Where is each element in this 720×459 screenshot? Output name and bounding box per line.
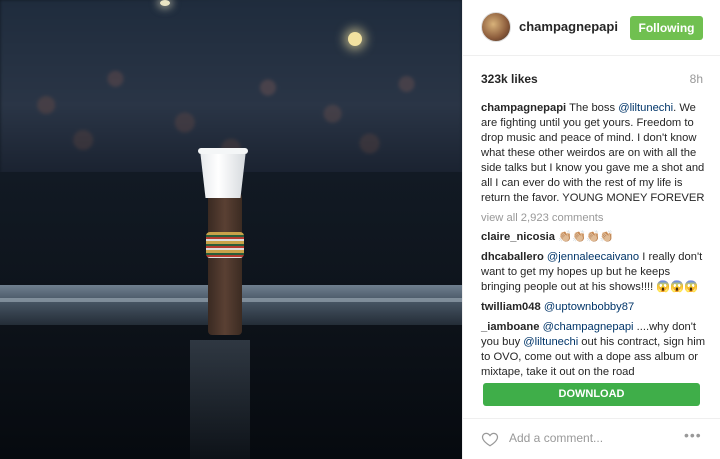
comment-mention[interactable]: @jennaleecaivano — [547, 251, 639, 263]
avatar[interactable] — [481, 12, 511, 42]
post-caption: champagnepapi The boss @liltunechi. We a… — [481, 101, 709, 206]
likes-row: 323k likes 8h — [481, 72, 703, 90]
comments-section: champagnepapi The boss @liltunechi. We a… — [481, 101, 709, 385]
caption-text: . We are fighting until you get yours. F… — [481, 102, 705, 204]
add-comment-input[interactable]: Add a comment... — [509, 431, 603, 445]
caption-text: The boss — [566, 102, 619, 114]
post-time: 8h — [689, 72, 703, 86]
comment-item: dhcaballero @jennaleecaivano I really do… — [481, 250, 709, 295]
comment-item: claire_nicosia 👏🏼👏🏼👏🏼👏🏼 — [481, 230, 709, 245]
comment-bar: Add a comment... ••• — [463, 418, 720, 459]
caption-mention[interactable]: @liltunechi — [618, 102, 673, 114]
stage-light — [348, 32, 362, 46]
comment-username[interactable]: twilliam048 — [481, 301, 541, 313]
heart-icon[interactable] — [481, 430, 499, 448]
comment-item: twilliam048 @uptownbobby87 — [481, 300, 709, 315]
post-header: champagnepapi Following — [463, 0, 720, 56]
view-all-comments-link[interactable]: view all 2,923 comments — [481, 211, 709, 226]
comment-mention[interactable]: @uptownbobby87 — [544, 301, 634, 313]
caption-username[interactable]: champagnepapi — [481, 102, 566, 114]
comment-mention[interactable]: @liltunechi — [523, 336, 578, 348]
download-button[interactable]: DOWNLOAD — [483, 383, 700, 406]
more-options-icon[interactable]: ••• — [684, 427, 702, 443]
stage-light — [160, 0, 170, 6]
likes-count[interactable]: 323k likes — [481, 72, 538, 86]
post-side-panel: champagnepapi Following 323k likes 8h ch… — [462, 0, 720, 459]
foam-cup — [200, 150, 246, 198]
raised-arm — [208, 185, 242, 335]
bracelets — [206, 232, 244, 258]
post-photo[interactable] — [0, 0, 462, 459]
username-link[interactable]: champagnepapi — [519, 19, 618, 34]
floor-reflection — [190, 340, 250, 459]
following-button[interactable]: Following — [630, 16, 703, 40]
comment-username[interactable]: dhcaballero — [481, 251, 544, 263]
comment-text: 👏🏼👏🏼👏🏼👏🏼 — [555, 231, 614, 243]
comment-username[interactable]: _iamboane — [481, 321, 539, 333]
comment-mention[interactable]: @champagnepapi — [543, 321, 634, 333]
comment-username[interactable]: claire_nicosia — [481, 231, 555, 243]
comment-item: _iamboane @champagnepapi ....why don't y… — [481, 320, 709, 380]
foam-cup-rim — [198, 148, 248, 154]
